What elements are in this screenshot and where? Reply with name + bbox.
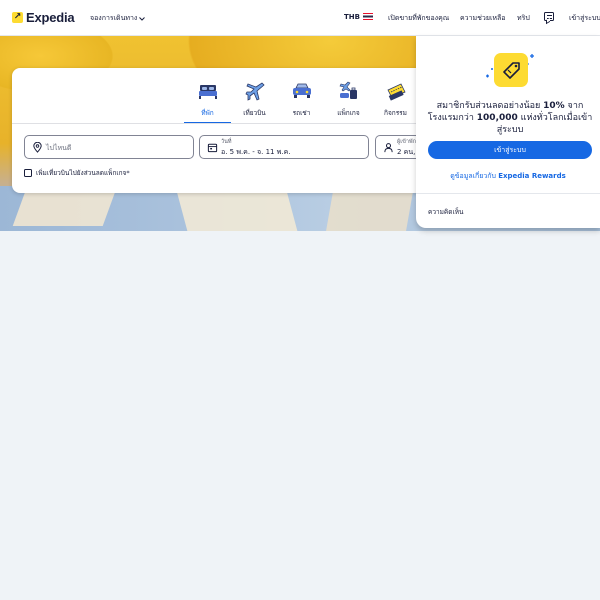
- msg-part: สมาชิกรับส่วนลดอย่างน้อย: [436, 101, 544, 111]
- chat-icon[interactable]: [544, 12, 554, 21]
- panel-sign-in-button[interactable]: เข้าสู่ระบบ: [428, 141, 592, 159]
- car-icon: [293, 83, 311, 98]
- destination-field[interactable]: ไปไหนดี: [24, 135, 194, 159]
- tab-packages[interactable]: แพ็กเกจ: [325, 76, 372, 123]
- rewards-name: Expedia Rewards: [498, 172, 566, 180]
- tab-stays[interactable]: ที่พัก: [184, 76, 231, 124]
- calendar-icon: [207, 143, 218, 153]
- tab-flights-label: เที่ยวบิน: [243, 109, 266, 117]
- chevron-down-icon: [139, 16, 146, 21]
- sign-in-link[interactable]: เข้าสู่ระบบ: [569, 13, 600, 24]
- expedia-logo-icon: ↗: [12, 12, 23, 23]
- dates-label: วันที่: [221, 139, 232, 145]
- list-property-link[interactable]: เปิดขายที่พักของคุณ: [388, 13, 449, 24]
- tab-activities[interactable]: กิจกรรม: [372, 76, 419, 123]
- dates-field[interactable]: วันที่ อ. 5 พ.ค. - จ. 11 พ.ค.: [199, 135, 369, 159]
- sign-in-panel: สมาชิกรับส่วนลดอย่างน้อย 10% จากโรงแรมกว…: [416, 36, 600, 228]
- tab-activities-label: กิจกรรม: [384, 109, 407, 117]
- search-tabs: ที่พัก เที่ยวบิน รถเช่า แพ็กเกจ กิจกรรม: [184, 76, 419, 124]
- trips-link[interactable]: ทริป: [517, 13, 530, 24]
- currency-selector[interactable]: THB: [344, 13, 373, 21]
- panel-divider: [416, 193, 600, 194]
- dates-value: อ. 5 พ.ค. - จ. 11 พ.ค.: [221, 148, 291, 156]
- add-flight-label: เพิ่มเที่ยวบินไปยังส่วนลดแพ็กเกจ*: [36, 169, 130, 177]
- top-header: ↗ Expedia จองการเดินทาง THB เปิดขายที่พั…: [0, 0, 600, 36]
- help-link[interactable]: ความช่วยเหลือ: [460, 13, 505, 24]
- tab-cars[interactable]: รถเช่า: [278, 76, 325, 123]
- expedia-rewards-link[interactable]: ดูข้อมูลเกี่ยวกับ Expedia Rewards: [416, 171, 600, 182]
- search-card: ที่พัก เที่ยวบิน รถเช่า แพ็กเกจ กิจกรรม …: [12, 68, 435, 193]
- tab-packages-label: แพ็กเกจ: [337, 109, 360, 117]
- tab-cars-label: รถเช่า: [292, 109, 311, 117]
- travellers-label: ผู้เข้าพัก: [397, 139, 416, 145]
- tab-stays-label: ที่พัก: [201, 109, 214, 117]
- expedia-logo[interactable]: ↗ Expedia: [12, 10, 75, 25]
- package-icon: [339, 81, 357, 99]
- discount-percent: 10%: [543, 101, 565, 111]
- feedback-link[interactable]: ความคิดเห็น: [428, 207, 463, 217]
- add-flight-checkbox[interactable]: เพิ่มเที่ยวบินไปยังส่วนลดแพ็กเกจ*: [24, 168, 130, 178]
- bed-icon: [199, 85, 217, 99]
- person-icon: [384, 143, 393, 153]
- currency-label: THB: [344, 13, 360, 21]
- logo-text: Expedia: [26, 10, 75, 25]
- hotel-count: 100,000: [476, 113, 518, 123]
- airplane-icon: [245, 82, 265, 101]
- trips-dropdown-label: จองการเดินทาง: [90, 14, 138, 22]
- thai-flag-icon: [362, 13, 373, 20]
- tab-flights[interactable]: เที่ยวบิน: [231, 76, 278, 123]
- checkbox-box[interactable]: [24, 169, 32, 177]
- link-text: ดูข้อมูลเกี่ยวกับ: [450, 172, 499, 180]
- location-pin-icon: [33, 142, 42, 153]
- destination-placeholder: ไปไหนดี: [46, 144, 72, 152]
- tabs-divider: [12, 123, 432, 124]
- trips-dropdown[interactable]: จองการเดินทาง: [90, 13, 146, 24]
- travellers-value: 2 คน,: [397, 148, 416, 156]
- member-discount-message: สมาชิกรับส่วนลดอย่างน้อย 10% จากโรงแรมกว…: [426, 100, 594, 136]
- member-discount-tag-icon: [486, 53, 534, 87]
- ticket-icon: [387, 83, 406, 101]
